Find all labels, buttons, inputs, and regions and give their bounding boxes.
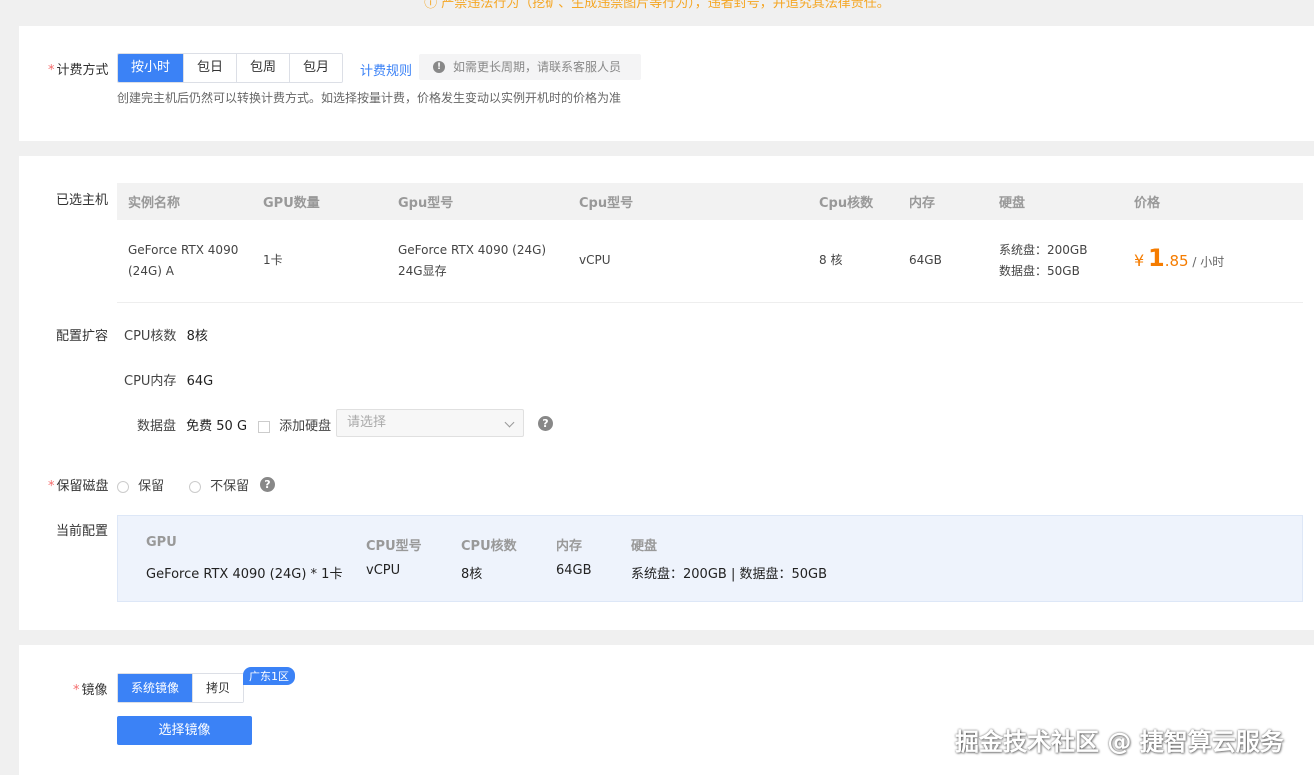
config-header-disk: 硬盘 [631, 539, 658, 554]
billing-rules-link[interactable]: 计费规则 [360, 60, 412, 79]
cpu-memory-row: CPU内存 64G [124, 374, 214, 389]
col-price: 价格 [1123, 183, 1303, 220]
col-gpu-model: Gpu型号 [387, 183, 568, 220]
config-value-cpu-model: vCPU [366, 563, 401, 578]
billing-mode-selector: 按小时 包日 包周 包月 [117, 53, 344, 83]
config-header-cpu-model: CPU型号 [366, 539, 422, 554]
keep-disk-label: * 保留磁盘 [48, 479, 109, 494]
price-integer: 1 [1148, 244, 1165, 273]
billing-option-hourly[interactable]: 按小时 [118, 54, 185, 82]
config-header-cpu-cores: CPU核数 [461, 539, 517, 554]
keep-disk-radio-discard[interactable]: 不保留 [189, 475, 249, 494]
selected-host-table: 实例名称 GPU数量 Gpu型号 Cpu型号 Cpu核数 内存 硬盘 价格 Ge… [117, 183, 1303, 303]
disk-select[interactable]: 请选择 [336, 409, 524, 437]
billing-hint: 创建完主机后仍然可以转换计费方式。如选择按量计费，价格发生变动以实例开机时的价格… [117, 91, 622, 105]
chevron-down-icon [504, 417, 515, 428]
config-value-cpu-cores: 8核 [461, 567, 483, 582]
add-disk-checkbox-wrap[interactable]: 添加硬盘 [258, 415, 331, 434]
cpu-cores-row: CPU核数 8核 [124, 329, 208, 344]
info-icon: ! [433, 61, 445, 73]
col-disk: 硬盘 [988, 183, 1123, 220]
expansion-label: 配置扩容 [56, 329, 109, 344]
cell-cpu-cores: 8 核 [808, 220, 898, 303]
cell-memory: 64GB [898, 220, 988, 303]
price-unit: / 小时 [1192, 255, 1225, 270]
cell-instance-name: GeForce RTX 4090 (24G) A [117, 220, 252, 303]
table-row: GeForce RTX 4090 (24G) A 1卡 GeForce RTX … [117, 220, 1303, 303]
price-currency: ¥ [1134, 251, 1145, 271]
price-decimal: .85 [1164, 252, 1189, 271]
help-icon[interactable]: ? [260, 477, 275, 492]
billing-option-weekly[interactable]: 包周 [237, 54, 291, 82]
warning-notice: ⓘ 严禁违法行为（挖矿、生成违禁图片等行为），违者封号，并追究其法律责任。 [424, 0, 890, 11]
billing-tip: ! 如需更长周期，请联系客服人员 [419, 54, 642, 80]
cell-disk: 系统盘：200GB 数据盘：50GB [988, 220, 1123, 303]
select-image-button[interactable]: 选择镜像 [117, 716, 252, 745]
col-instance-name: 实例名称 [117, 183, 252, 220]
image-label: * 镜像 [73, 683, 108, 698]
cell-cpu-model: vCPU [568, 220, 808, 303]
cell-gpu-model: GeForce RTX 4090 (24G) 24G显存 [387, 220, 568, 303]
host-config-section: 已选主机 实例名称 GPU数量 Gpu型号 Cpu型号 Cpu核数 内存 硬盘 … [19, 156, 1314, 630]
table-header-row: 实例名称 GPU数量 Gpu型号 Cpu型号 Cpu核数 内存 硬盘 价格 [117, 183, 1303, 220]
watermark: 掘金技术社区 @ 捷智算云服务 [955, 728, 1284, 756]
cell-price: ¥ 1.85 / 小时 [1123, 220, 1303, 303]
billing-section: * 计费方式 按小时 包日 包周 包月 计费规则 ! 如需更长周期，请联系客服人员… [19, 26, 1314, 141]
image-option-system[interactable]: 系统镜像 [118, 674, 194, 702]
region-badge: 广东1区 [243, 667, 295, 685]
billing-option-monthly[interactable]: 包月 [290, 54, 343, 82]
config-header-memory: 内存 [556, 539, 583, 554]
config-header-gpu: GPU [146, 535, 177, 550]
data-disk-row: 数据盘 免费 50 G [137, 419, 248, 434]
config-value-disk: 系统盘：200GB | 数据盘：50GB [631, 567, 827, 582]
radio-keep[interactable] [117, 480, 129, 493]
selected-host-label: 已选主机 [56, 193, 109, 208]
image-type-selector: 系统镜像 拷贝 [117, 673, 245, 703]
col-cpu-cores: Cpu核数 [808, 183, 898, 220]
col-cpu-model: Cpu型号 [568, 183, 808, 220]
keep-disk-radio-keep[interactable]: 保留 [117, 475, 164, 494]
help-icon[interactable]: ? [538, 416, 553, 431]
add-disk-checkbox[interactable] [258, 420, 270, 433]
add-disk-label: 添加硬盘 [279, 419, 332, 434]
billing-option-daily[interactable]: 包日 [184, 54, 238, 82]
billing-label: * 计费方式 [48, 63, 109, 78]
cell-gpu-count: 1卡 [252, 220, 387, 303]
image-option-copy[interactable]: 拷贝 [193, 674, 244, 702]
radio-discard[interactable] [189, 480, 201, 493]
col-gpu-count: GPU数量 [252, 183, 387, 220]
config-value-gpu: GeForce RTX 4090 (24G) * 1卡 [146, 567, 343, 582]
current-config-label: 当前配置 [56, 524, 109, 539]
config-value-memory: 64GB [556, 563, 592, 578]
col-memory: 内存 [898, 183, 988, 220]
current-config-box: GPU CPU型号 CPU核数 内存 硬盘 GeForce RTX 4090 (… [117, 515, 1303, 602]
